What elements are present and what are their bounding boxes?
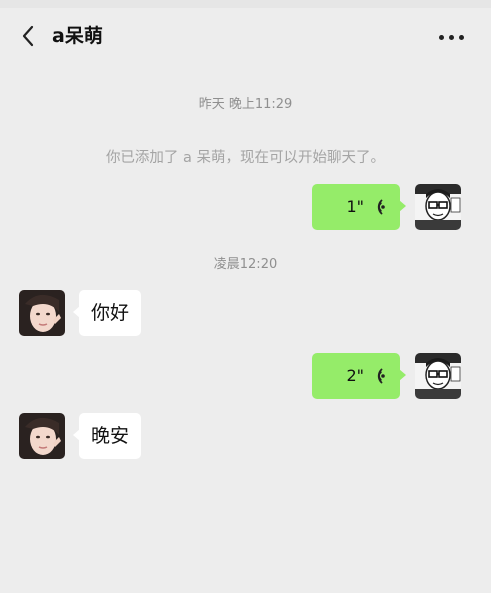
- voice-duration: 2": [346, 366, 364, 385]
- text-message-bubble[interactable]: 你好: [72, 290, 142, 336]
- chevron-left-icon: [22, 25, 34, 47]
- more-button[interactable]: [433, 24, 469, 50]
- self-avatar[interactable]: [415, 353, 461, 399]
- voice-wave-icon: [377, 199, 385, 215]
- timestamp: 凌晨12:20: [213, 257, 278, 272]
- voice-message-bubble[interactable]: 2": [312, 353, 406, 399]
- back-button[interactable]: [14, 20, 42, 52]
- chat-header: a呆萌: [0, 8, 491, 64]
- voice-wave-icon: [377, 368, 385, 384]
- voice-duration: 1": [346, 197, 364, 216]
- system-message: 你已添加了 a 呆萌，现在可以开始聊天了。: [105, 150, 386, 166]
- timestamp: 昨天 晚上11:29: [198, 97, 293, 112]
- contact-avatar[interactable]: [19, 413, 65, 459]
- more-horizontal-icon: [438, 34, 444, 40]
- chat-title: a呆萌: [52, 25, 103, 47]
- voice-message-bubble[interactable]: 1": [312, 184, 406, 230]
- contact-avatar[interactable]: [19, 290, 65, 336]
- status-bar: [0, 0, 491, 8]
- self-avatar[interactable]: [415, 184, 461, 230]
- chat-area[interactable]: 昨天 晚上11:29 你已添加了 a 呆萌，现在可以开始聊天了。 1" 凌晨12…: [0, 64, 491, 593]
- text-message-bubble[interactable]: 晚安: [72, 413, 142, 459]
